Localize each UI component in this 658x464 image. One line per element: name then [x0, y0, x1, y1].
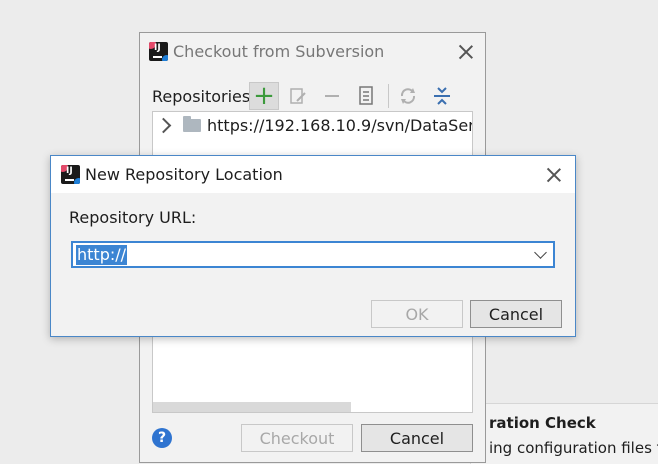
folder-icon — [183, 116, 201, 132]
new-repository-title: New Repository Location — [85, 165, 283, 184]
details-icon — [359, 86, 373, 105]
edit-icon — [290, 88, 306, 104]
new-repository-dialog: IJ New Repository Location Repository UR… — [50, 155, 576, 337]
collapse-all-icon — [434, 87, 450, 105]
intellij-logo-icon: IJ — [61, 165, 80, 184]
repositories-label: Repositories: — [152, 87, 256, 106]
repository-tree-item[interactable]: https://192.168.10.9/svn/DataService — [155, 116, 472, 135]
horizontal-scrollbar[interactable] — [153, 402, 351, 412]
remove-repository-button[interactable] — [317, 82, 347, 110]
notification-text: ing configuration files fo — [489, 439, 658, 457]
browse-button[interactable] — [351, 82, 381, 110]
refresh-icon — [400, 88, 416, 104]
edit-repository-button[interactable] — [283, 82, 313, 110]
chevron-down-icon[interactable] — [534, 246, 547, 259]
add-repository-button[interactable]: + — [249, 81, 279, 111]
checkout-dialog-title: Checkout from Subversion — [173, 42, 385, 61]
checkout-button[interactable]: Checkout — [241, 424, 353, 452]
checkout-cancel-button[interactable]: Cancel — [361, 424, 473, 452]
help-icon[interactable]: ? — [152, 428, 172, 448]
notification-popup: ration Check ing configuration files fo — [470, 403, 658, 464]
minus-icon — [325, 95, 339, 97]
repository-url-combobox[interactable]: http:// — [71, 241, 555, 268]
ok-button[interactable]: OK — [371, 300, 463, 328]
chevron-right-icon[interactable] — [155, 117, 172, 134]
repository-url-label: Repository URL: — [69, 208, 197, 227]
refresh-button[interactable] — [393, 82, 423, 110]
notification-title: ration Check — [489, 414, 596, 432]
toolbar-separator — [388, 84, 389, 108]
collapse-all-button[interactable] — [427, 82, 457, 110]
plus-icon: + — [253, 81, 275, 111]
new-repository-close-icon[interactable] — [546, 167, 562, 183]
new-repository-titlebar: IJ New Repository Location — [51, 156, 575, 193]
new-repository-cancel-button[interactable]: Cancel — [470, 300, 562, 328]
intellij-logo-icon: IJ — [149, 42, 168, 61]
repository-url-value[interactable]: http:// — [76, 245, 128, 265]
repository-url-text: https://192.168.10.9/svn/DataService — [207, 116, 472, 135]
checkout-close-icon[interactable] — [458, 44, 474, 60]
